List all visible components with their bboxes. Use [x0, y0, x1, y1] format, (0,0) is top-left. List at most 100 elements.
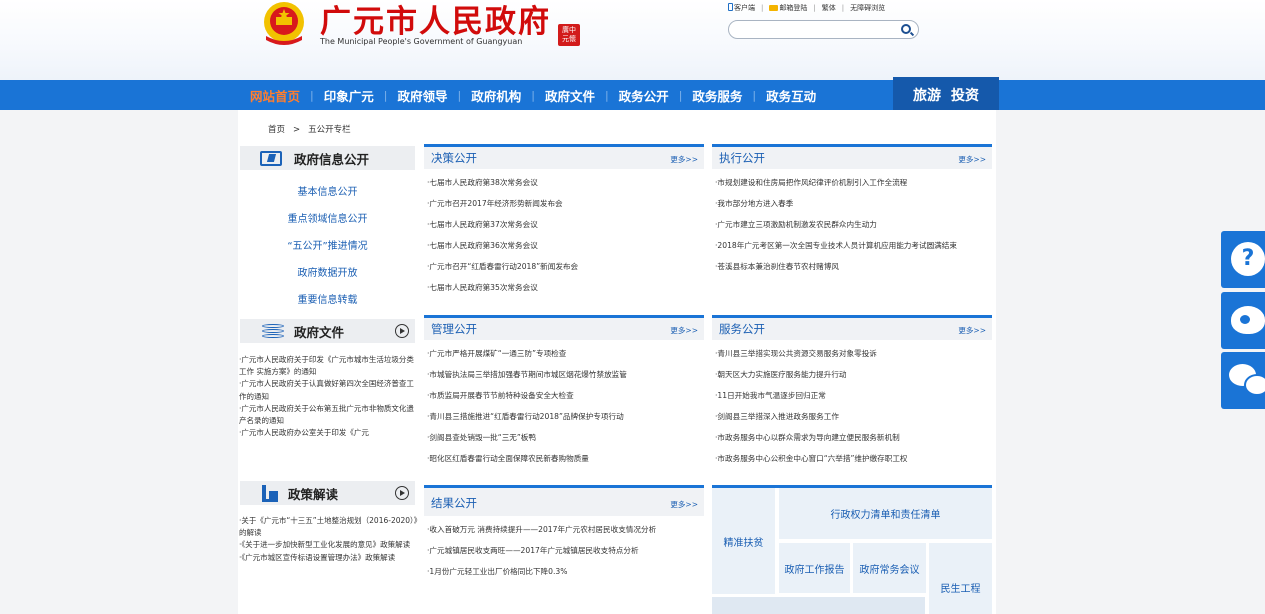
list-item[interactable]: ·市质监局开展春节节前特种设备安全大检查: [427, 385, 704, 406]
search-box: [728, 20, 919, 39]
list-item[interactable]: ·苍溪县标本兼治刹住春节农村赌博风: [715, 256, 992, 277]
more-link[interactable]: 更多>>: [670, 325, 698, 336]
panel-title[interactable]: 结果公开: [431, 495, 477, 511]
mail-icon: [769, 5, 779, 11]
panel-title[interactable]: 执行公开: [719, 150, 765, 166]
list-item[interactable]: ·朝天区大力实施医疗服务能力提升行动: [715, 364, 992, 385]
list-item[interactable]: ·市城管执法局三举措加强春节期间市城区烟花爆竹禁放监管: [427, 364, 704, 385]
book-icon: [262, 484, 278, 502]
client-link[interactable]: 客户端: [728, 3, 755, 13]
site-logo-subtitle: The Municipal People's Government of Gua…: [320, 37, 523, 46]
breadcrumb-current: 五公开专栏: [308, 125, 351, 135]
nav-leaders[interactable]: 政府领导: [397, 86, 447, 105]
list-item[interactable]: ·广元市召开2017年经济形势新闻发布会: [427, 193, 704, 214]
list-item[interactable]: ·广元市严格开展煤矿“一通三防”专项检查: [427, 343, 704, 364]
list-item[interactable]: ·广元市召开“红盾春雷行动2018”新闻发布会: [427, 256, 704, 277]
tile-more[interactable]: [712, 597, 925, 614]
list-item[interactable]: ·昭化区红盾春雷行动全面保障农民新春购物质量: [427, 448, 704, 469]
nav-special-box: 旅游 投资: [893, 77, 999, 113]
search-input[interactable]: [737, 23, 892, 36]
info-public-links: 基本信息公开 重点领域信息公开 “五公开”推进情况 政府数据开放 重要信息转载: [240, 180, 415, 315]
wechat-button[interactable]: [1221, 352, 1265, 409]
phone-icon: [728, 3, 733, 11]
side-link-key-areas[interactable]: 重点领域信息公开: [240, 207, 415, 234]
management-panel: 管理公开 更多>> ·广元市严格开展煤矿“一通三防”专项检查 ·市城管执法局三举…: [424, 315, 704, 477]
side-link-basic[interactable]: 基本信息公开: [240, 180, 415, 207]
list-item[interactable]: ·收入首破万元 消费持续提升——2017年广元农村居民收支情况分析: [427, 519, 699, 540]
side-link-open-data[interactable]: 政府数据开放: [240, 261, 415, 288]
nav-home[interactable]: 网站首页: [250, 86, 300, 105]
mail-login-link[interactable]: 邮箱登陆: [769, 3, 807, 13]
list-item[interactable]: ·剑阁县查处销毁一批“三无”板鸭: [427, 427, 704, 448]
document-icon: [260, 150, 282, 166]
list-item[interactable]: ·广元市人民政府关于认真做好第四次全国经济普查工作的通知: [239, 378, 419, 402]
main-nav: 网站首页 | 印象广元 | 政府领导 | 政府机构 | 政府文件 | 政务公开 | 政务服务…: [0, 77, 1265, 113]
help-button[interactable]: ?: [1221, 231, 1265, 288]
search-icon[interactable]: [901, 24, 911, 34]
panel-title[interactable]: 管理公开: [431, 321, 477, 337]
nav-interaction[interactable]: 政务互动: [766, 86, 816, 105]
decision-panel: 决策公开 更多>> ·七届市人民政府第38次常务会议 ·广元市召开2017年经济…: [424, 144, 704, 306]
list-item[interactable]: ·2018年广元考区第一次全国专业技术人员计算机应用能力考试圆满结束: [715, 235, 992, 256]
tile-exec-meeting[interactable]: 政府常务会议: [853, 543, 926, 593]
nav-impression[interactable]: 印象广元: [324, 86, 374, 105]
list-item[interactable]: ·七届市人民政府第35次常务会议: [427, 277, 704, 298]
list-item[interactable]: ·市政务服务中心公积金中心窗口“六举措”维护缴存职工权: [715, 448, 992, 469]
more-link[interactable]: 更多>>: [958, 325, 986, 336]
list-item[interactable]: ·七届市人民政府第37次常务会议: [427, 214, 704, 235]
tile-power-list[interactable]: 行政权力清单和责任清单: [779, 488, 992, 539]
traditional-chinese-link[interactable]: 繁体: [822, 3, 836, 13]
list-item[interactable]: ·广元市人民政府关于公布第五批广元市非物质文化遗产名录的通知: [239, 403, 419, 427]
tile-livelihood[interactable]: 民生工程: [929, 543, 992, 614]
list-item[interactable]: ·关于《广元市“十三五”土地整治规划（2016-2020）》的解读: [239, 515, 419, 539]
top-links: 客户端 | 邮箱登陆 | 繁体 | 无障碍浏览: [728, 3, 885, 13]
list-item[interactable]: ·广元市人民政府办公室关于印发《广元: [239, 427, 419, 439]
list-item[interactable]: ·剑阁县三举措深入推进政务服务工作: [715, 406, 992, 427]
panel-title[interactable]: 服务公开: [719, 321, 765, 337]
gov-docs-header[interactable]: 政府文件: [240, 319, 415, 343]
nav-tourism[interactable]: 旅游: [913, 85, 941, 105]
more-link[interactable]: 更多>>: [958, 154, 986, 165]
list-item[interactable]: ·《广元市城区宣传标语设置管理办法》政策解读: [239, 552, 419, 564]
policy-interpretation-header[interactable]: 政策解读: [240, 481, 415, 505]
list-item[interactable]: ·我市部分地方进入春季: [715, 193, 992, 214]
national-emblem-icon: [264, 2, 304, 45]
play-icon[interactable]: [395, 486, 409, 500]
nav-documents[interactable]: 政府文件: [545, 86, 595, 105]
nav-agencies[interactable]: 政府机构: [471, 86, 521, 105]
nav-investment[interactable]: 投资: [951, 85, 979, 105]
weibo-button[interactable]: [1221, 292, 1265, 349]
nav-services[interactable]: 政务服务: [692, 86, 742, 105]
help-icon: ?: [1231, 242, 1265, 276]
side-link-reprint[interactable]: 重要信息转载: [240, 288, 415, 315]
result-panel: 结果公开 更多>> ·收入首破万元 消费持续提升——2017年广元农村居民收支情…: [424, 485, 704, 614]
tile-poverty-alleviation[interactable]: 精准扶贫: [712, 488, 775, 594]
tile-work-report[interactable]: 政府工作报告: [779, 543, 850, 593]
panel-title[interactable]: 决策公开: [431, 150, 477, 166]
list-item[interactable]: ·广元市建立三项激励机制激发农民群众内生动力: [715, 214, 992, 235]
execution-panel: 执行公开 更多>> ·市规划建设和住房局把作风纪律评价机制引入工作全流程 ·我市…: [712, 144, 992, 306]
list-item[interactable]: ·11日开始我市气温逐步回归正常: [715, 385, 992, 406]
list-item[interactable]: ·广元城镇居民收支两旺——2017年广元城镇居民收支特点分析: [427, 540, 699, 561]
list-item[interactable]: ·市规划建设和住房局把作风纪律评价机制引入工作全流程: [715, 172, 992, 193]
list-item[interactable]: ·市政务服务中心以群众需求为导向建立便民服务新机制: [715, 427, 992, 448]
list-item[interactable]: ·《关于进一步加快新型工业化发展的意见》政策解读: [239, 539, 419, 551]
list-item[interactable]: ·广元市人民政府关于印发《广元市城市生活垃圾分类工作 实施方案》的通知: [239, 354, 419, 378]
list-item[interactable]: ·1月份广元轻工业出厂价格同比下降0.3%: [427, 561, 699, 582]
list-item[interactable]: ·青川县三举措实现公共资源交易服务对象零投诉: [715, 343, 992, 364]
accessibility-link[interactable]: 无障碍浏览: [850, 3, 885, 13]
list-item[interactable]: ·七届市人民政府第38次常务会议: [427, 172, 704, 193]
gov-docs-list: ·广元市人民政府关于印发《广元市城市生活垃圾分类工作 实施方案》的通知 ·广元市…: [239, 354, 419, 474]
seal-stamp: 廣中 元懷: [558, 24, 580, 46]
breadcrumb-home[interactable]: 首页: [268, 125, 285, 135]
nav-open-affairs[interactable]: 政务公开: [619, 86, 669, 105]
play-icon[interactable]: [395, 324, 409, 338]
more-link[interactable]: 更多>>: [670, 154, 698, 165]
list-item[interactable]: ·青川县三措施推进“红盾春雷行动2018”品牌保护专项行动: [427, 406, 704, 427]
info-public-header[interactable]: 政府信息公开: [240, 146, 415, 170]
side-link-progress[interactable]: “五公开”推进情况: [240, 234, 415, 261]
weibo-icon: [1231, 306, 1265, 334]
list-item[interactable]: ·七届市人民政府第36次常务会议: [427, 235, 704, 256]
site-logo-title[interactable]: 广元市人民政府: [320, 0, 551, 41]
more-link[interactable]: 更多>>: [670, 499, 698, 510]
